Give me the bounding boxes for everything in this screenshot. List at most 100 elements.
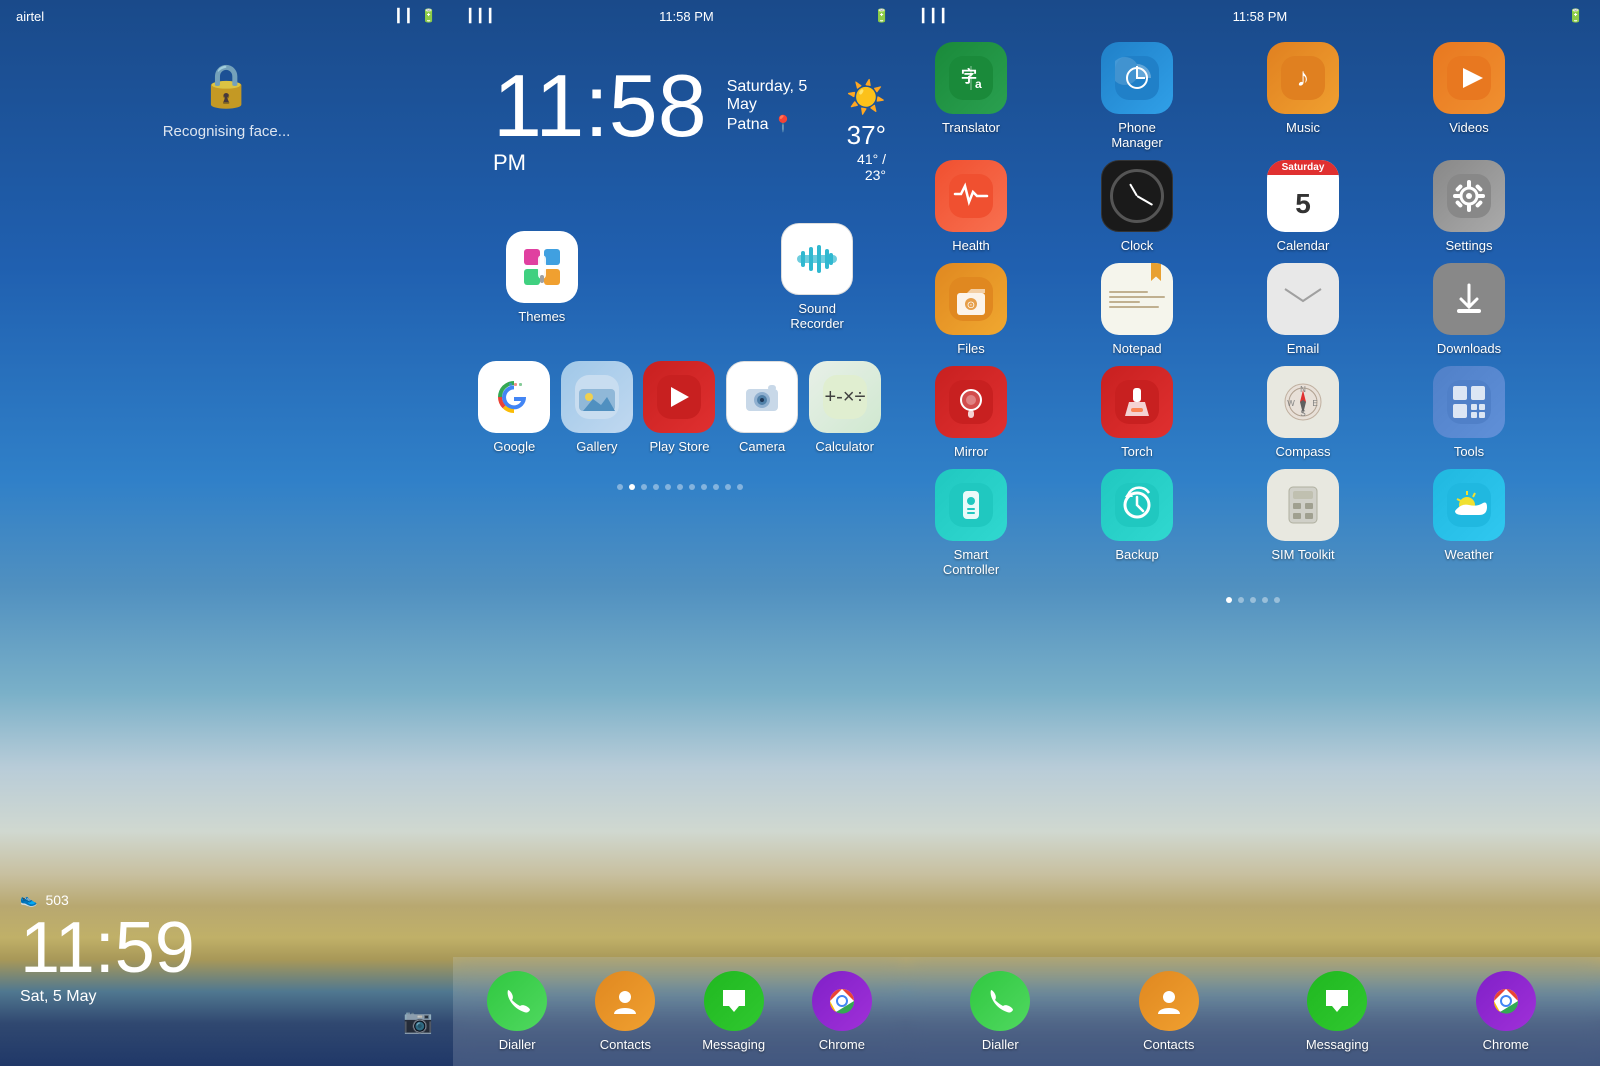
- app-weather[interactable]: Weather: [1424, 469, 1514, 577]
- app-torch[interactable]: Torch: [1092, 366, 1182, 459]
- calendar-inner: Saturday 5: [1267, 160, 1339, 232]
- app-sim-toolkit[interactable]: SIM Toolkit: [1258, 469, 1348, 577]
- settings-icon: [1433, 160, 1505, 232]
- dot: [713, 484, 719, 490]
- app-clock[interactable]: Clock: [1092, 160, 1182, 253]
- app-notepad[interactable]: Notepad: [1092, 263, 1182, 356]
- dock-messaging[interactable]: Messaging: [689, 971, 779, 1052]
- app-compass[interactable]: N S W E Compass: [1258, 366, 1348, 459]
- battery-right: 🔋: [1568, 8, 1584, 24]
- app-calculator[interactable]: +-×÷ Calculator: [803, 361, 886, 454]
- app-themes[interactable]: Themes: [497, 231, 587, 324]
- signal-right: ▎▎▎: [922, 8, 952, 24]
- app-camera[interactable]: Camera: [721, 361, 804, 454]
- clock-location-line: Patna 📍: [727, 114, 822, 134]
- time-right: 11:58 PM: [1233, 9, 1288, 24]
- calculator-icon: +-×÷: [809, 361, 881, 433]
- dock-middle: Dialler Contacts Messaging: [453, 957, 906, 1066]
- app-downloads[interactable]: Downloads: [1424, 263, 1514, 356]
- mirror-label: Mirror: [954, 444, 988, 459]
- dot-active: [629, 484, 635, 490]
- dock-right-chrome[interactable]: Chrome: [1461, 971, 1551, 1052]
- app-gallery[interactable]: Gallery: [556, 361, 639, 454]
- recognising-text: Recognising face...: [163, 123, 291, 140]
- clock-face: [1110, 169, 1164, 223]
- svg-text:♪: ♪: [1297, 62, 1310, 92]
- weather-widget: ☀️ 37° 41° / 23°: [842, 62, 886, 183]
- calendar-label: Calendar: [1277, 238, 1330, 253]
- dock-dialler[interactable]: Dialler: [472, 971, 562, 1052]
- health-label: Health: [952, 238, 990, 253]
- app-email[interactable]: Email: [1258, 263, 1348, 356]
- app-files[interactable]: ⊙ Files: [926, 263, 1016, 356]
- email-label: Email: [1287, 341, 1320, 356]
- dock-right-dialler[interactable]: Dialler: [955, 971, 1045, 1052]
- clock-ampm: PM: [493, 150, 526, 175]
- sim-toolkit-label: SIM Toolkit: [1271, 547, 1334, 562]
- calendar-icon: Saturday 5: [1267, 160, 1339, 232]
- app-sound-recorder[interactable]: Sound Recorder: [772, 223, 862, 331]
- lock-time: 11:59: [20, 912, 195, 984]
- smart-controller-icon: [935, 469, 1007, 541]
- app-backup[interactable]: Backup: [1092, 469, 1182, 577]
- camera-icon: [726, 361, 798, 433]
- themes-label: Themes: [518, 309, 565, 324]
- dot: [653, 484, 659, 490]
- weather-label: Weather: [1445, 547, 1494, 562]
- dot: [1262, 597, 1268, 603]
- backup-label: Backup: [1115, 547, 1158, 562]
- app-music[interactable]: ♪ Music: [1258, 42, 1348, 150]
- contacts-icon: [595, 971, 655, 1031]
- app-drawer-panel: ▎▎▎ 11:58 PM 🔋 字 a Translator: [906, 0, 1600, 1066]
- dock-right-contacts[interactable]: Contacts: [1124, 971, 1214, 1052]
- dock-chrome[interactable]: Chrome: [797, 971, 887, 1052]
- lock-bottom-info: 👟 503 11:59 Sat, 5 May: [20, 891, 195, 1006]
- clock-big-time: 11:58: [493, 56, 707, 155]
- phone-manager-icon: [1101, 42, 1173, 114]
- dock-messaging-label: Messaging: [702, 1037, 765, 1052]
- health-icon: [935, 160, 1007, 232]
- app-health[interactable]: Health: [926, 160, 1016, 253]
- app-mirror[interactable]: Mirror: [926, 366, 1016, 459]
- steps-icon: 👟: [20, 891, 37, 908]
- notepad-label: Notepad: [1112, 341, 1161, 356]
- svg-text:a: a: [975, 77, 982, 91]
- app-smart-controller[interactable]: Smart Controller: [926, 469, 1016, 577]
- email-icon: [1267, 263, 1339, 335]
- status-bar-right: ▎▎▎ 11:58 PM 🔋: [906, 0, 1600, 32]
- app-phone-manager[interactable]: Phone Manager: [1092, 42, 1182, 150]
- page-dots-right: [906, 597, 1600, 603]
- torch-label: Torch: [1121, 444, 1153, 459]
- lock-date: Sat, 5 May: [20, 988, 195, 1006]
- svg-text:⊙: ⊙: [967, 300, 975, 311]
- app-settings[interactable]: Settings: [1424, 160, 1514, 253]
- dot: [677, 484, 683, 490]
- tools-label: Tools: [1454, 444, 1484, 459]
- app-google[interactable]: Google: [473, 361, 556, 454]
- weather-temp: 37°: [842, 120, 886, 151]
- files-icon: ⊙: [935, 263, 1007, 335]
- dot: [1274, 597, 1280, 603]
- torch-icon: [1101, 366, 1173, 438]
- app-videos[interactable]: Videos: [1424, 42, 1514, 150]
- status-bar-middle: ▎▎▎ 11:58 PM 🔋: [453, 0, 906, 32]
- dock-contacts[interactable]: Contacts: [580, 971, 670, 1052]
- dot-active: [1226, 597, 1232, 603]
- app-translator[interactable]: 字 a Translator: [926, 42, 1016, 150]
- dock-right-messaging[interactable]: Messaging: [1292, 971, 1382, 1052]
- dot: [1238, 597, 1244, 603]
- app-play-store[interactable]: Play Store: [638, 361, 721, 454]
- camera-shortcut-icon[interactable]: 📷: [403, 1007, 433, 1036]
- app-tools[interactable]: Tools: [1424, 366, 1514, 459]
- smart-controller-label: Smart Controller: [926, 547, 1016, 577]
- compass-label: Compass: [1276, 444, 1331, 459]
- backup-icon: [1101, 469, 1173, 541]
- apps-row-2: Google Gallery Play Store: [453, 331, 906, 454]
- dock-right: Dialler Contacts Messaging: [906, 957, 1600, 1066]
- clock-date-display: Saturday, 5 May Patna 📍: [727, 62, 822, 134]
- minute-hand: [1137, 195, 1154, 206]
- messaging-icon-right: [1307, 971, 1367, 1031]
- weather-range: 41° / 23°: [842, 151, 886, 183]
- clock-time-display: 11:58 PM: [493, 62, 707, 176]
- app-calendar[interactable]: Saturday 5 Calendar: [1258, 160, 1348, 253]
